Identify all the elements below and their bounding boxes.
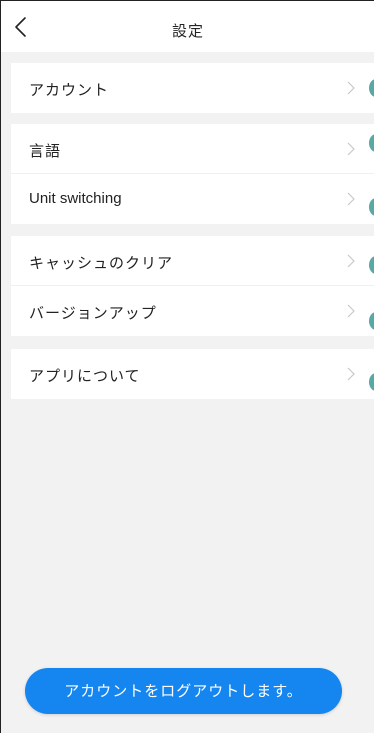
settings-item-label: Unit switching bbox=[29, 190, 122, 207]
settings-item-clear-cache[interactable]: キャッシュのクリア bbox=[11, 236, 374, 286]
settings-item-label: アプリについて bbox=[29, 367, 141, 385]
settings-group-preferences: 言語 Unit switching bbox=[11, 124, 374, 224]
header-bar: 設定 bbox=[1, 0, 374, 52]
settings-group-account: アカウント bbox=[11, 63, 374, 113]
teal-indicator-icon bbox=[369, 134, 374, 152]
settings-item-about-app[interactable]: アプリについて bbox=[11, 349, 374, 399]
settings-item-unit-switching[interactable]: Unit switching bbox=[11, 174, 374, 224]
settings-item-label: キャッシュのクリア bbox=[29, 254, 174, 272]
chevron-right-icon bbox=[347, 81, 355, 95]
logout-button[interactable]: アカウントをログアウトします。 bbox=[25, 668, 342, 714]
teal-indicator-icon bbox=[369, 373, 374, 391]
settings-item-label: バージョンアップ bbox=[29, 304, 157, 322]
settings-item-version-up[interactable]: バージョンアップ bbox=[11, 286, 374, 336]
chevron-right-icon bbox=[347, 304, 355, 318]
settings-group-about: アプリについて bbox=[11, 349, 374, 399]
settings-group-maintenance: キャッシュのクリア バージョンアップ bbox=[11, 236, 374, 336]
settings-item-language[interactable]: 言語 bbox=[11, 124, 374, 174]
settings-item-label: アカウント bbox=[29, 81, 110, 99]
teal-indicator-icon bbox=[369, 312, 374, 330]
teal-indicator-icon bbox=[369, 198, 374, 216]
settings-item-label: 言語 bbox=[29, 142, 62, 160]
chevron-right-icon bbox=[347, 367, 355, 381]
chevron-right-icon bbox=[347, 142, 355, 156]
page-title: 設定 bbox=[171, 22, 204, 40]
chevron-right-icon bbox=[347, 192, 355, 206]
settings-screen: 設定 アカウント 言語 Unit switching キャッシュのクリア バージ… bbox=[0, 0, 374, 733]
teal-indicator-icon bbox=[369, 79, 374, 97]
teal-indicator-icon bbox=[369, 256, 374, 274]
settings-item-account[interactable]: アカウント bbox=[11, 63, 374, 113]
chevron-right-icon bbox=[347, 254, 355, 268]
